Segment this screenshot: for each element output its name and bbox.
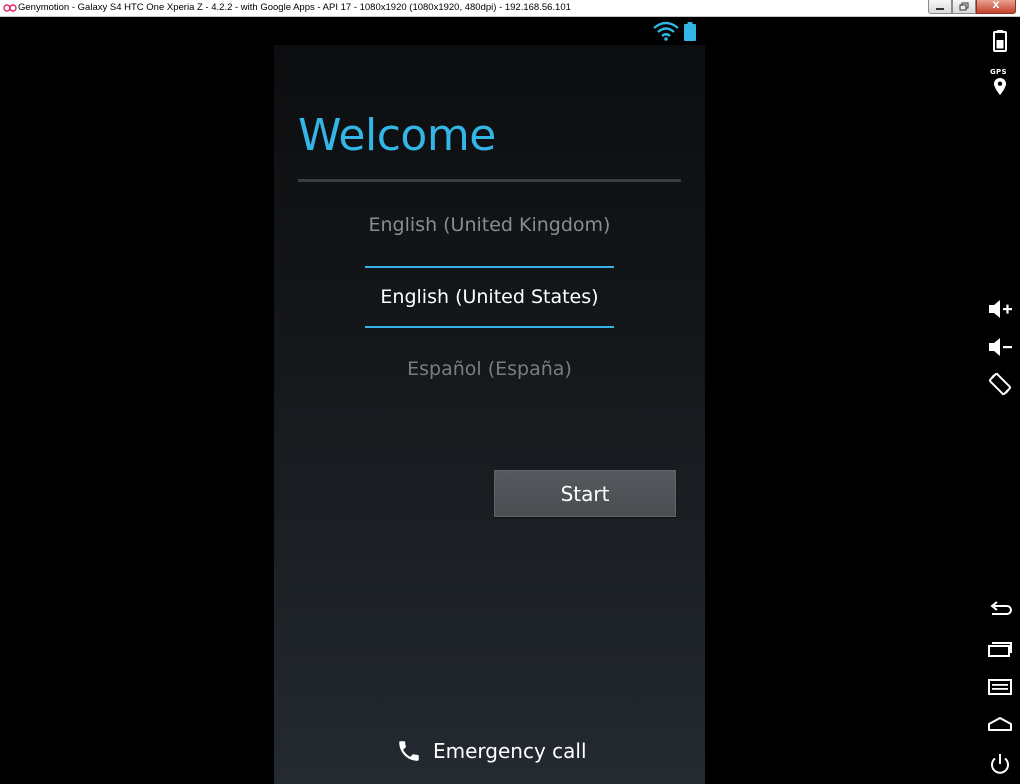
close-button[interactable]: X bbox=[976, 0, 1016, 14]
rotate-icon[interactable] bbox=[986, 370, 1014, 398]
restore-button[interactable] bbox=[952, 0, 976, 14]
volume-down-icon[interactable] bbox=[986, 333, 1014, 361]
restore-icon bbox=[959, 2, 969, 11]
start-button[interactable]: Start bbox=[494, 470, 676, 517]
emulator-window: Genymotion - Galaxy S4 HTC One Xperia Z … bbox=[0, 0, 1020, 784]
genymotion-logo-icon bbox=[3, 4, 17, 12]
minimize-icon bbox=[936, 7, 944, 10]
title-bar[interactable]: Genymotion - Galaxy S4 HTC One Xperia Z … bbox=[0, 0, 1020, 17]
minimize-button[interactable] bbox=[928, 0, 952, 14]
volume-up-icon[interactable] bbox=[986, 295, 1014, 323]
battery-icon bbox=[684, 22, 696, 41]
emulator-toolbar: GPS bbox=[978, 17, 1020, 784]
gps-icon[interactable] bbox=[986, 74, 1014, 102]
home-icon[interactable] bbox=[986, 710, 1014, 738]
device-screen[interactable]: Welcome English (United Kingdom) English… bbox=[274, 17, 705, 784]
emergency-call-button[interactable]: Emergency call bbox=[396, 736, 587, 766]
emergency-call-label: Emergency call bbox=[433, 739, 587, 763]
title-divider bbox=[298, 179, 681, 182]
window-title: Genymotion - Galaxy S4 HTC One Xperia Z … bbox=[18, 2, 571, 13]
language-option-spanish-spain[interactable]: Español (España) bbox=[365, 360, 614, 379]
menu-icon[interactable] bbox=[986, 673, 1014, 701]
page-title: Welcome bbox=[298, 110, 496, 161]
power-icon[interactable] bbox=[986, 750, 1014, 778]
language-option-english-uk[interactable]: English (United Kingdom) bbox=[365, 216, 614, 235]
wifi-icon bbox=[653, 21, 679, 41]
recent-apps-icon[interactable] bbox=[986, 635, 1014, 663]
back-icon[interactable] bbox=[986, 597, 1014, 625]
picker-divider-top bbox=[365, 266, 614, 268]
phone-icon bbox=[399, 741, 419, 761]
close-icon: X bbox=[992, 1, 1000, 11]
window-controls: X bbox=[928, 0, 1016, 14]
status-bar bbox=[274, 17, 705, 45]
battery-icon[interactable] bbox=[986, 27, 1014, 55]
language-option-english-us[interactable]: English (United States) bbox=[365, 288, 614, 307]
picker-divider-bottom bbox=[365, 326, 614, 328]
